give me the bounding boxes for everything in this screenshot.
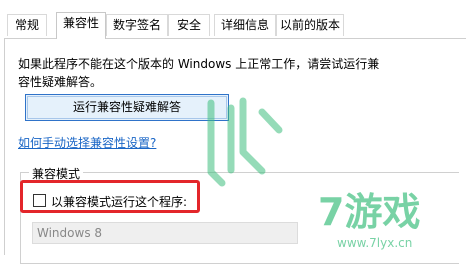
intro-line-1: 如果此程序不能在这个版本的 Windows 上正常工作，请尝试运行兼 xyxy=(18,57,380,71)
highlight-box xyxy=(20,180,200,213)
tab-details[interactable]: 详细信息 xyxy=(214,14,276,36)
run-troubleshooter-button[interactable]: 运行兼容性疑难解答 xyxy=(25,94,229,121)
tab-previous-versions[interactable]: 以前的版本 xyxy=(276,14,344,36)
os-select[interactable]: Windows 8 xyxy=(32,222,298,244)
tab-general[interactable]: 常规 xyxy=(7,14,47,36)
tab-compatibility[interactable]: 兼容性 xyxy=(56,12,106,39)
tab-security[interactable]: 安全 xyxy=(168,14,210,36)
tab-digital-signatures[interactable]: 数字签名 xyxy=(106,14,168,36)
manual-settings-link[interactable]: 如何手动选择兼容性设置? xyxy=(18,134,156,151)
intro-text: 如果此程序不能在这个版本的 Windows 上正常工作，请尝试运行兼 容性疑难解… xyxy=(18,55,418,91)
intro-line-2: 容性疑难解答。 xyxy=(18,75,103,89)
tab-bar: 常规 兼容性 数字签名 安全 详细信息 以前的版本 xyxy=(0,0,466,39)
